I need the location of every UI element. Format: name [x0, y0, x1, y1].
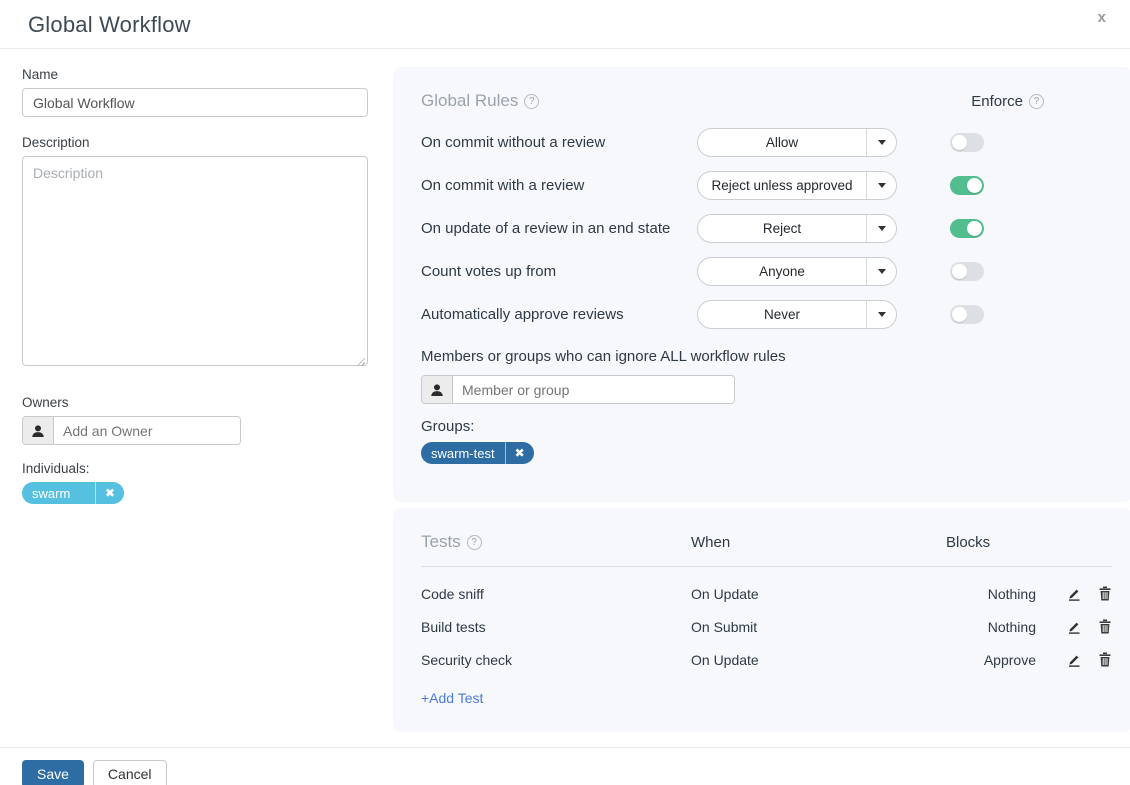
rule-select-value: Never — [698, 301, 866, 328]
rule-select[interactable]: Reject — [697, 214, 897, 243]
rule-select[interactable]: Anyone — [697, 257, 897, 286]
enforce-toggle[interactable] — [950, 133, 984, 152]
tests-heading-text: Tests — [421, 532, 461, 552]
rule-select[interactable]: Reject unless approved — [697, 171, 897, 200]
edit-icon[interactable] — [1066, 619, 1082, 635]
edit-icon[interactable] — [1066, 586, 1082, 602]
modal-body: Name Description Owners Individuals: swa… — [0, 49, 1130, 732]
enforce-toggle[interactable] — [950, 176, 984, 195]
caret-down-icon[interactable] — [866, 215, 896, 242]
name-input[interactable] — [22, 88, 368, 117]
add-test-link[interactable]: +Add Test — [421, 690, 483, 706]
tests-heading: Tests ? — [421, 532, 691, 552]
test-name: Build tests — [421, 619, 691, 635]
modal-footer: Save Cancel — [0, 747, 1130, 785]
rule-row: Count votes up from Anyone — [421, 250, 1112, 293]
rule-label: On commit without a review — [421, 134, 697, 151]
right-column: Global Rules ? Enforce ? On commit witho… — [393, 67, 1130, 732]
rule-label: On update of a review in an end state — [421, 220, 697, 237]
caret-down-icon[interactable] — [866, 129, 896, 156]
rule-label: On commit with a review — [421, 177, 697, 194]
group-tag-label: swarm-test — [421, 446, 505, 461]
person-icon — [23, 417, 54, 444]
description-label: Description — [22, 135, 368, 150]
help-icon[interactable]: ? — [1029, 94, 1044, 109]
trash-icon[interactable] — [1098, 619, 1112, 634]
caret-down-icon[interactable] — [866, 258, 896, 285]
close-icon[interactable]: x — [1098, 10, 1106, 25]
divider — [421, 566, 1112, 567]
blocks-column-header: Blocks — [946, 534, 990, 551]
person-icon — [422, 376, 453, 403]
rule-label: Count votes up from — [421, 263, 697, 280]
ignore-rules-label: Members or groups who can ignore ALL wor… — [421, 348, 1112, 365]
table-row: Code sniff On Update Nothing — [421, 577, 1112, 610]
description-textarea[interactable] — [22, 156, 368, 366]
individual-tag-label: swarm — [22, 486, 95, 501]
member-input-group — [421, 375, 735, 404]
global-rules-heading-text: Global Rules — [421, 91, 518, 111]
group-tag: swarm-test ✖ — [421, 442, 534, 464]
cancel-button[interactable]: Cancel — [93, 760, 167, 785]
global-rules-heading: Global Rules ? — [421, 91, 539, 111]
test-when: On Update — [691, 586, 946, 602]
test-blocks: Approve — [946, 652, 1036, 668]
test-when: On Submit — [691, 619, 946, 635]
edit-icon[interactable] — [1066, 652, 1082, 668]
rule-select-value: Allow — [698, 129, 866, 156]
rule-select-value: Reject unless approved — [698, 172, 866, 199]
page-title: Global Workflow — [28, 12, 1102, 38]
global-rules-panel: Global Rules ? Enforce ? On commit witho… — [393, 67, 1130, 502]
table-row: Build tests On Submit Nothing — [421, 610, 1112, 643]
enforce-toggle[interactable] — [950, 262, 984, 281]
rule-select-value: Reject — [698, 215, 866, 242]
groups-label: Groups: — [421, 418, 1112, 435]
caret-down-icon[interactable] — [866, 172, 896, 199]
enforce-toggle[interactable] — [950, 219, 984, 238]
tests-panel: Tests ? When Blocks Code sniff On Update… — [393, 508, 1130, 732]
rule-row: On commit without a review Allow — [421, 121, 1112, 164]
test-when: On Update — [691, 652, 946, 668]
remove-tag-icon[interactable]: ✖ — [506, 446, 534, 460]
table-row: Security check On Update Approve — [421, 643, 1112, 676]
trash-icon[interactable] — [1098, 586, 1112, 601]
trash-icon[interactable] — [1098, 652, 1112, 667]
when-column-header: When — [691, 534, 946, 551]
rule-row: On commit with a review Reject unless ap… — [421, 164, 1112, 207]
rule-label: Automatically approve reviews — [421, 306, 697, 323]
enforce-heading: Enforce ? — [971, 93, 1044, 110]
rule-select-value: Anyone — [698, 258, 866, 285]
enforce-heading-text: Enforce — [971, 93, 1023, 110]
add-owner-input[interactable] — [54, 417, 240, 444]
individuals-label: Individuals: — [22, 461, 368, 476]
left-column: Name Description Owners Individuals: swa… — [22, 67, 368, 732]
save-button[interactable]: Save — [22, 760, 84, 785]
individual-tag: swarm ✖ — [22, 482, 124, 504]
help-icon[interactable]: ? — [524, 94, 539, 109]
test-name: Security check — [421, 652, 691, 668]
owners-input-group — [22, 416, 241, 445]
rule-row: On update of a review in an end state Re… — [421, 207, 1112, 250]
member-or-group-input[interactable] — [453, 376, 734, 403]
name-label: Name — [22, 67, 368, 82]
help-icon[interactable]: ? — [467, 535, 482, 550]
rule-select[interactable]: Allow — [697, 128, 897, 157]
test-blocks: Nothing — [946, 586, 1036, 602]
modal-header: Global Workflow x — [0, 0, 1130, 49]
remove-tag-icon[interactable]: ✖ — [96, 486, 124, 500]
rule-row: Automatically approve reviews Never — [421, 293, 1112, 336]
enforce-toggle[interactable] — [950, 305, 984, 324]
test-name: Code sniff — [421, 586, 691, 602]
caret-down-icon[interactable] — [866, 301, 896, 328]
test-blocks: Nothing — [946, 619, 1036, 635]
owners-label: Owners — [22, 395, 368, 410]
rule-select[interactable]: Never — [697, 300, 897, 329]
